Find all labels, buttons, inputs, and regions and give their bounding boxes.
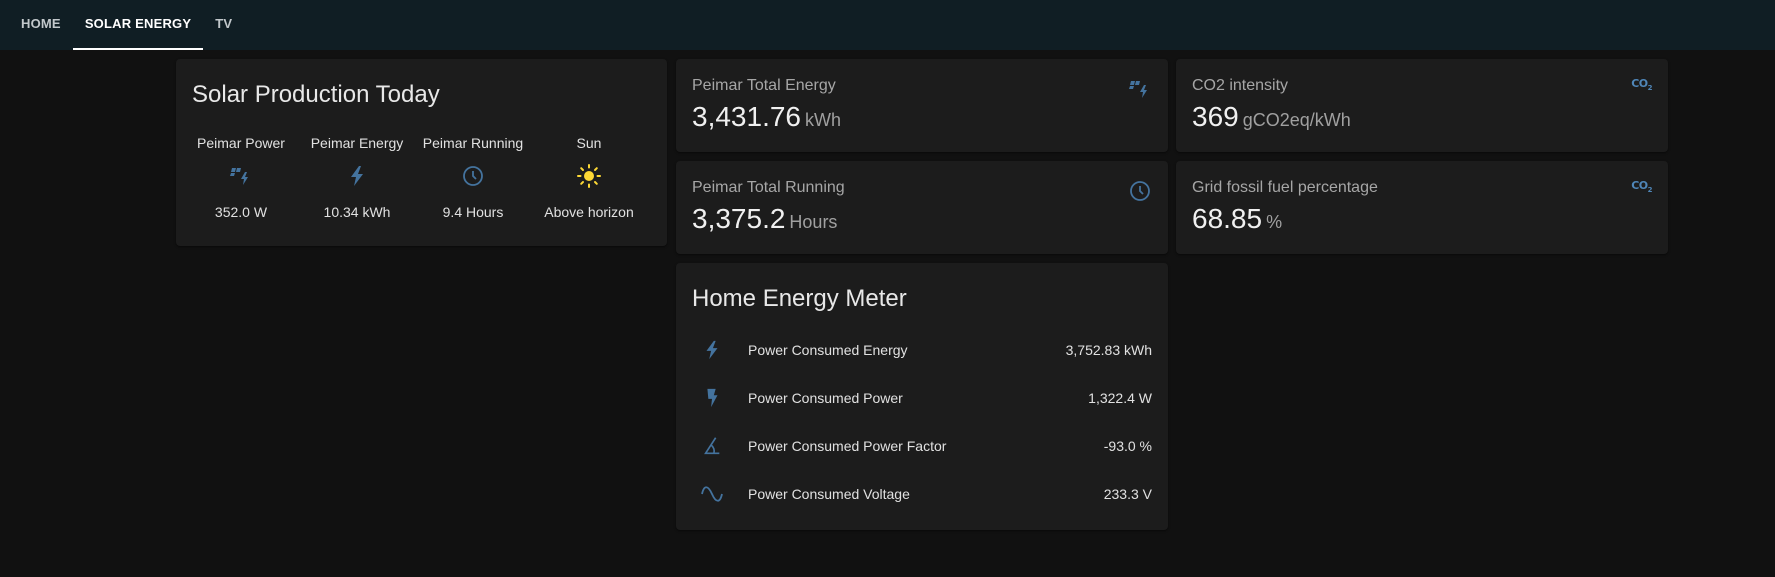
card-title: Home Energy Meter [692,285,907,312]
card-title: Solar Production Today [192,81,440,108]
entity-row-power-consumed-voltage[interactable]: Power Consumed Voltage 233.3 V [692,474,1152,514]
row-name: Power Consumed Power Factor [748,438,947,454]
glance-item-peimar-power[interactable]: Peimar Power 352.0 W [183,135,299,220]
glance-item-state: 9.4 Hours [442,204,504,220]
flash-icon [701,339,723,361]
entity-unit: % [1266,212,1283,232]
row-name: Power Consumed Energy [748,342,908,358]
home-energy-meter-card: Home Energy Meter Power Consumed Energy … [676,263,1168,530]
row-name: Power Consumed Power [748,390,903,406]
molecule-co2-icon: CO2 [1631,179,1652,195]
row-value: 1,322.4 W [1088,390,1152,406]
entity-row-power-consumed-power-factor[interactable]: Power Consumed Power Factor -93.0 % [692,426,1152,466]
entity-name: CO2 intensity [1192,77,1289,94]
angle-acute-icon [701,435,723,457]
glance-item-name: Peimar Running [422,135,524,151]
view-tabs: HOME SOLAR ENERGY TV [0,0,1775,50]
entity-card-co2-intensity[interactable]: CO2 intensity 369 gCO2eq/kWh CO2 [1176,59,1668,152]
top-app-bar: HOME SOLAR ENERGY TV [0,0,1775,50]
entity-value: 3,375.2 Hours [692,203,838,234]
glance-item-state: 352.0 W [214,204,268,220]
glance-item-state: Above horizon [544,204,634,220]
clock-icon [1128,179,1152,203]
entity-card-grid-fossil-fuel[interactable]: Grid fossil fuel percentage 68.85% CO2 [1176,161,1668,254]
tab-tv[interactable]: TV [203,0,244,46]
flash-icon [345,164,369,188]
tab-home[interactable]: HOME [9,0,73,46]
entity-card-peimar-total-energy[interactable]: Peimar Total Energy 3,431.76 kWh [676,59,1168,152]
entity-row-power-consumed-energy[interactable]: Power Consumed Energy 3,752.83 kWh [692,330,1152,370]
tab-solar-energy[interactable]: SOLAR ENERGY [72,0,204,50]
entity-row-power-consumed-power[interactable]: Power Consumed Power 1,322.4 W [692,378,1152,418]
entity-card-peimar-total-running[interactable]: Peimar Total Running 3,375.2 Hours [676,161,1168,254]
flash-power-icon [701,387,723,409]
solar-power-icon [1128,77,1152,101]
entity-unit: gCO2eq/kWh [1242,110,1351,130]
molecule-co2-icon: CO2 [1631,77,1652,93]
glance-item-name: Peimar Power [197,135,285,151]
glance-item-name: Sun [576,135,602,151]
entity-value: 68.85% [1192,203,1283,234]
clock-icon [461,164,485,188]
sine-wave-icon [700,482,724,506]
row-value: 3,752.83 kWh [1065,342,1152,358]
entity-unit: kWh [805,110,841,130]
row-name: Power Consumed Voltage [748,486,910,502]
solar-production-card: Solar Production Today Peimar Power 352.… [176,59,667,246]
entity-name: Peimar Total Energy [692,77,836,94]
sun-icon [576,163,602,189]
glance-item-name: Peimar Energy [310,135,404,151]
solar-power-icon [229,164,253,188]
glance-item-sun[interactable]: Sun Above horizon [531,135,647,220]
entity-unit: Hours [789,212,838,232]
entity-name: Grid fossil fuel percentage [1192,179,1378,196]
glance-item-peimar-running[interactable]: Peimar Running 9.4 Hours [415,135,531,220]
entity-name: Peimar Total Running [692,179,845,196]
glance-item-peimar-energy[interactable]: Peimar Energy 10.34 kWh [299,135,415,220]
glance-item-state: 10.34 kWh [323,204,391,220]
row-value: -93.0 % [1103,438,1152,454]
entity-value: 3,431.76 kWh [692,101,841,132]
entity-value: 369 gCO2eq/kWh [1192,101,1351,132]
row-value: 233.3 V [1103,486,1152,502]
